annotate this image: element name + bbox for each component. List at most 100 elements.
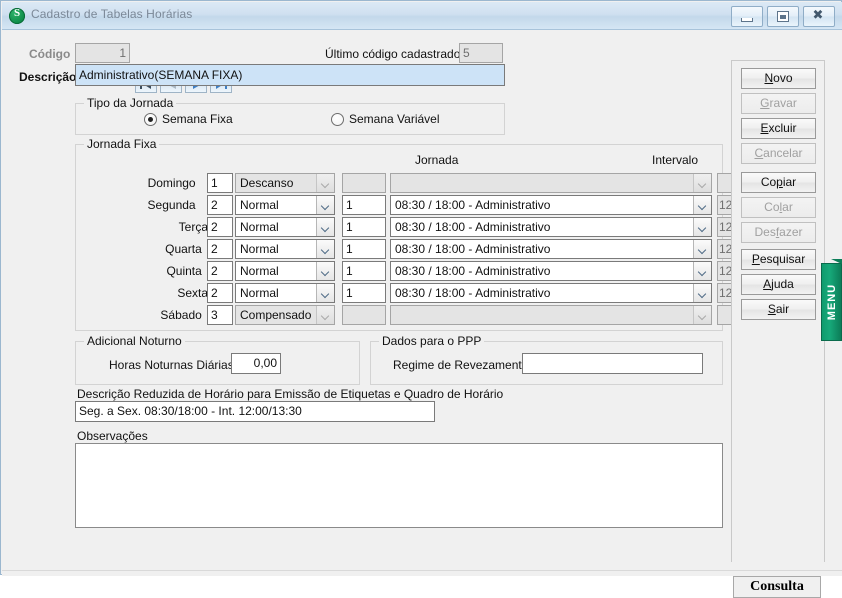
close-button[interactable]: ✖	[803, 6, 835, 27]
row-jornada-value: 08:30 / 18:00 - Administrativo	[395, 242, 551, 256]
adicional-noturno-caption: Adicional Noturno	[84, 334, 185, 348]
row-jornada-code[interactable]: 1	[342, 195, 386, 215]
title-bar: S Cadastro de Tabelas Horárias ✖	[2, 2, 842, 30]
client-area: Código 1 Último código cadastrado 5 Desc…	[2, 30, 842, 598]
row-day-number[interactable]: 2	[207, 195, 233, 215]
row-tipo-value: Descanso	[240, 176, 294, 190]
chevron-down-icon[interactable]	[316, 174, 334, 192]
menu-tab[interactable]: MENU	[821, 259, 842, 341]
row-tipo-value: Normal	[240, 198, 279, 212]
row-tipo-combo[interactable]: Descanso	[235, 173, 335, 193]
row-jornada-value: 08:30 / 18:00 - Administrativo	[395, 220, 551, 234]
chevron-down-icon[interactable]	[693, 284, 711, 302]
row-day-number[interactable]: 2	[207, 283, 233, 303]
window-controls: ✖	[731, 6, 835, 27]
row-jornada-code[interactable]: 1	[342, 283, 386, 303]
row-jornada-combo[interactable]	[390, 305, 712, 325]
chevron-down-icon[interactable]	[693, 262, 711, 280]
codigo-label: Código	[29, 47, 71, 61]
row-day-label: Domingo	[147, 176, 196, 190]
excluir-button[interactable]: Excluir	[741, 118, 816, 139]
row-jornada-code[interactable]: 1	[342, 261, 386, 281]
row-tipo-combo[interactable]: Normal	[235, 261, 335, 281]
row-day-number[interactable]: 3	[207, 305, 233, 325]
regime-revezamento-field[interactable]	[522, 353, 703, 374]
row-tipo-value: Normal	[240, 242, 279, 256]
row-jornada-code[interactable]: 1	[342, 217, 386, 237]
chevron-down-icon[interactable]	[693, 306, 711, 324]
ultimo-codigo-field: 5	[459, 43, 503, 63]
pesquisar-button[interactable]: Pesquisar	[741, 249, 816, 270]
row-day-number[interactable]: 2	[207, 239, 233, 259]
ultimo-codigo-label: Último código cadastrado	[325, 47, 461, 61]
row-tipo-value: Normal	[240, 286, 279, 300]
chevron-down-icon[interactable]	[693, 240, 711, 258]
app-icon-glyph: S	[13, 7, 21, 19]
row-tipo-combo[interactable]: Normal	[235, 217, 335, 237]
adicional-noturno-group: Adicional Noturno Horas Noturnas Diárias…	[75, 334, 360, 385]
copiar-button[interactable]: Copiar	[741, 172, 816, 193]
close-icon: ✖	[812, 8, 824, 23]
ajuda-button[interactable]: Ajuda	[741, 274, 816, 295]
row-jornada-combo[interactable]: 08:30 / 18:00 - Administrativo	[390, 239, 712, 259]
row-jornada-code[interactable]	[342, 173, 386, 193]
row-jornada-combo[interactable]: 08:30 / 18:00 - Administrativo	[390, 261, 712, 281]
row-jornada-value: 08:30 / 18:00 - Administrativo	[395, 264, 551, 278]
chevron-down-icon[interactable]	[316, 284, 334, 302]
horas-noturnas-label: Horas Noturnas Diárias	[109, 358, 234, 372]
descricao-field[interactable]: Administrativo(SEMANA FIXA)	[75, 64, 505, 86]
tipo-jornada-group: Tipo da Jornada Semana Fixa Semana Variá…	[75, 96, 505, 135]
row-tipo-combo[interactable]: Compensado	[235, 305, 335, 325]
chevron-down-icon[interactable]	[316, 196, 334, 214]
row-tipo-combo[interactable]: Normal	[235, 283, 335, 303]
chevron-down-icon[interactable]	[316, 240, 334, 258]
restore-button[interactable]	[767, 6, 799, 27]
chevron-down-icon[interactable]	[316, 218, 334, 236]
row-jornada-combo[interactable]: 08:30 / 18:00 - Administrativo	[390, 195, 712, 215]
row-tipo-value: Normal	[240, 264, 279, 278]
desfazer-button: Desfazer	[741, 222, 816, 243]
app-icon: S	[9, 7, 25, 24]
row-tipo-combo[interactable]: Normal	[235, 195, 335, 215]
chevron-down-icon[interactable]	[316, 262, 334, 280]
codigo-field[interactable]: 1	[75, 43, 130, 63]
minimize-button[interactable]	[731, 6, 763, 27]
row-day-number[interactable]: 2	[207, 261, 233, 281]
status-badge: Consulta	[733, 576, 821, 598]
sair-button[interactable]: Sair	[741, 299, 816, 320]
radio-selected-icon	[144, 113, 157, 126]
row-tipo-combo[interactable]: Normal	[235, 239, 335, 259]
horas-noturnas-field[interactable]: 0,00	[231, 353, 281, 374]
descricao-reduzida-field[interactable]: Seg. a Sex. 08:30/18:00 - Int. 12:00/13:…	[75, 401, 435, 422]
observacoes-field[interactable]	[75, 443, 723, 528]
row-jornada-code[interactable]	[342, 305, 386, 325]
radio-unselected-icon	[331, 113, 344, 126]
chevron-down-icon[interactable]	[693, 218, 711, 236]
descricao-reduzida-label: Descrição Reduzida de Horário para Emiss…	[77, 387, 504, 401]
row-day-label: Segunda	[147, 198, 196, 212]
colar-button: Colar	[741, 197, 816, 218]
row-day-label: Sexta	[177, 286, 208, 300]
row-tipo-value: Normal	[240, 220, 279, 234]
row-jornada-code[interactable]: 1	[342, 239, 386, 259]
window-title: Cadastro de Tabelas Horárias	[31, 7, 193, 21]
col-intervalo-header: Intervalo	[652, 153, 699, 167]
row-jornada-combo[interactable]: 08:30 / 18:00 - Administrativo	[390, 283, 712, 303]
gravar-button: Gravar	[741, 93, 816, 114]
novo-button[interactable]: Novo	[741, 68, 816, 89]
chevron-down-icon[interactable]	[693, 174, 711, 192]
row-day-number[interactable]: 1	[207, 173, 233, 193]
col-jornada-header: Jornada	[415, 153, 459, 167]
chevron-down-icon[interactable]	[693, 196, 711, 214]
regime-revezamento-label: Regime de Revezamento	[393, 358, 529, 372]
row-jornada-combo[interactable]: 08:30 / 18:00 - Administrativo	[390, 217, 712, 237]
jornada-fixa-caption: Jornada Fixa	[84, 137, 160, 151]
row-jornada-value: 08:30 / 18:00 - Administrativo	[395, 198, 551, 212]
action-button-panel: Novo Gravar Excluir Cancelar Copiar Colar Desf…	[731, 60, 825, 562]
row-jornada-value: 08:30 / 18:00 - Administrativo	[395, 286, 551, 300]
row-day-number[interactable]: 2	[207, 217, 233, 237]
row-day-label: Sábado	[160, 308, 202, 322]
jornada-fixa-group: Jornada Fixa Jornada Intervalo Domingo 1 D…	[75, 137, 791, 331]
chevron-down-icon[interactable]	[316, 306, 334, 324]
row-jornada-combo[interactable]	[390, 173, 712, 193]
